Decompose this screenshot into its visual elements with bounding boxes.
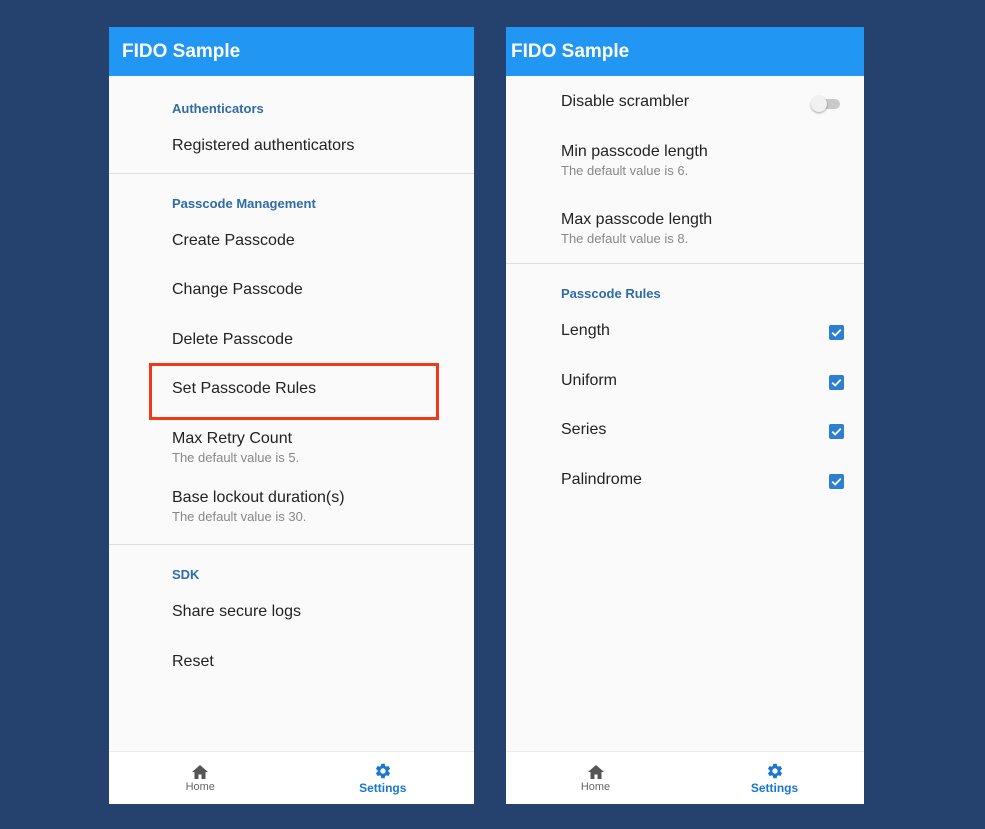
max-retry-count-item[interactable]: Max Retry Count The default value is 5.	[109, 416, 474, 484]
app-bar: FIDO Sample	[506, 27, 864, 76]
toggle-thumb	[811, 96, 827, 112]
item-label: Uniform	[561, 372, 618, 389]
item-label: Palindrome	[561, 471, 642, 488]
delete-passcode-item[interactable]: Delete Passcode	[109, 317, 474, 366]
check-icon	[831, 378, 842, 387]
check-icon	[831, 328, 842, 337]
item-subtitle: The default value is 5.	[172, 450, 300, 465]
nav-home-label: Home	[185, 780, 215, 793]
change-passcode-item[interactable]: Change Passcode	[109, 267, 474, 317]
rule-length-checkbox[interactable]	[829, 325, 844, 340]
share-secure-logs-item[interactable]: Share secure logs	[109, 589, 474, 639]
rule-series-checkbox[interactable]	[829, 424, 844, 439]
app-bar: FIDO Sample	[109, 27, 474, 76]
create-passcode-item[interactable]: Create Passcode	[109, 218, 474, 267]
gear-icon	[375, 763, 390, 778]
bottom-navigation: Home Settings	[506, 751, 864, 804]
item-label: Delete Passcode	[172, 331, 293, 348]
registered-authenticators-item[interactable]: Registered authenticators	[109, 123, 474, 173]
max-passcode-length-item[interactable]: Max passcode length The default value is…	[506, 194, 864, 263]
item-label: Base lockout duration(s)	[172, 489, 345, 506]
reset-item[interactable]: Reset	[109, 639, 474, 689]
item-label: Series	[561, 421, 607, 438]
nav-settings-label: Settings	[359, 780, 407, 795]
home-icon	[192, 764, 209, 779]
disable-scrambler-item[interactable]: Disable scrambler	[506, 76, 864, 126]
home-icon	[587, 764, 604, 779]
item-label: Min passcode length	[561, 143, 708, 160]
check-icon	[831, 427, 842, 436]
settings-screen-right: FIDO Sample Disable scrambler Min passco…	[506, 27, 864, 804]
item-subtitle: The default value is 30.	[172, 509, 307, 524]
rule-palindrome-checkbox[interactable]	[829, 474, 844, 489]
nav-settings[interactable]: Settings	[685, 752, 864, 804]
passcode-rules-list: Disable scrambler Min passcode length Th…	[506, 76, 864, 506]
item-label: Create Passcode	[172, 232, 295, 249]
item-subtitle: The default value is 6.	[561, 163, 689, 178]
item-label: Share secure logs	[172, 603, 301, 620]
bottom-navigation: Home Settings	[109, 751, 474, 804]
app-title: FIDO Sample	[511, 40, 630, 62]
app-title: FIDO Sample	[122, 40, 241, 62]
check-icon	[831, 477, 842, 486]
base-lockout-duration-item[interactable]: Base lockout duration(s) The default val…	[109, 484, 474, 544]
section-header-passcode-rules: Passcode Rules	[561, 286, 661, 301]
item-subtitle: The default value is 8.	[561, 231, 689, 246]
nav-home-label: Home	[580, 780, 611, 793]
nav-home[interactable]: Home	[109, 752, 292, 804]
rule-uniform-item[interactable]: Uniform	[506, 358, 864, 407]
gear-icon	[767, 763, 782, 778]
section-header-sdk: SDK	[172, 567, 200, 582]
item-label: Max Retry Count	[172, 430, 293, 447]
nav-settings-label: Settings	[750, 780, 799, 795]
rule-series-item[interactable]: Series	[506, 407, 864, 457]
section-header-authenticators: Authenticators	[172, 101, 264, 116]
rule-palindrome-item[interactable]: Palindrome	[506, 457, 864, 506]
rule-length-item[interactable]: Length	[506, 308, 864, 358]
item-label: Disable scrambler	[561, 93, 690, 110]
item-label: Max passcode length	[561, 211, 713, 228]
section-header-passcode-management: Passcode Management	[172, 196, 316, 211]
nav-settings[interactable]: Settings	[292, 752, 475, 804]
item-label: Length	[561, 322, 610, 339]
min-passcode-length-item[interactable]: Min passcode length The default value is…	[506, 126, 864, 194]
item-label: Registered authenticators	[172, 137, 355, 154]
item-label: Reset	[172, 653, 214, 670]
disable-scrambler-toggle[interactable]	[811, 96, 840, 112]
highlight-box	[149, 363, 439, 420]
item-label: Change Passcode	[172, 281, 303, 298]
rule-uniform-checkbox[interactable]	[829, 375, 844, 390]
nav-home[interactable]: Home	[506, 752, 685, 804]
